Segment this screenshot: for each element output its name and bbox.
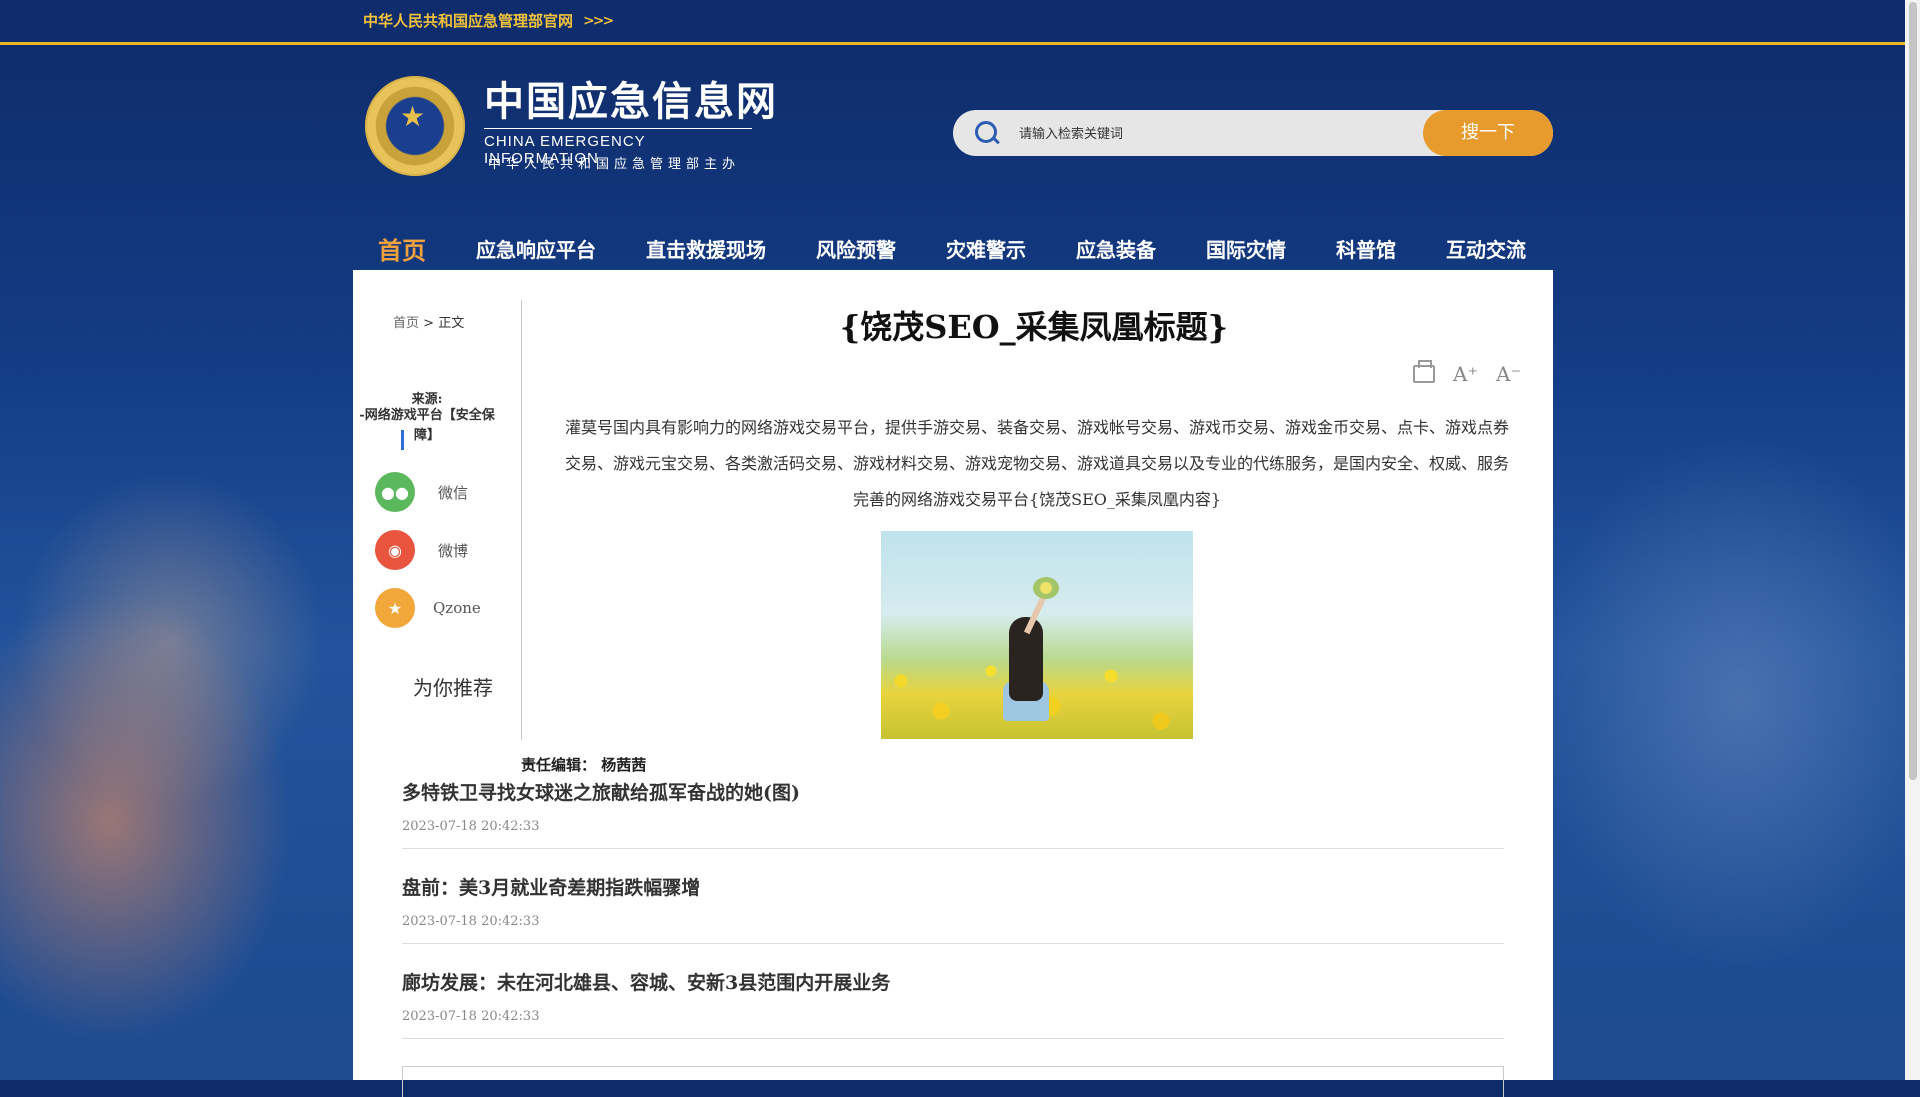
article-body: 灌莫号国内具有影响力的网络游戏交易平台，提供手游交易、装备交易、游戏帐号交易、游… xyxy=(565,418,1510,509)
bouquet xyxy=(1033,577,1059,599)
arrows-icon: >>> xyxy=(583,12,614,29)
bottom-panel xyxy=(402,1066,1504,1097)
list-item[interactable]: 盘前：美3月就业奇差期指跌幅骤增 2023-07-18 20:42:33 xyxy=(402,873,1504,944)
nav-item-home[interactable]: 首页 xyxy=(353,231,451,266)
share-label: 微博 xyxy=(437,541,468,560)
share-weibo[interactable]: ◉ 微博 xyxy=(375,530,473,570)
recommend-date: 2023-07-18 20:42:33 xyxy=(402,914,540,929)
sidebar-divider xyxy=(521,300,522,740)
source-bar xyxy=(401,430,404,450)
scrollbar[interactable] xyxy=(1905,0,1920,1080)
nav-item-equipment[interactable]: 应急装备 xyxy=(1051,234,1181,263)
qzone-icon: ★ xyxy=(375,588,415,628)
main-nav: 首页 应急响应平台 直击救援现场 风险预警 灾难警示 应急装备 国际灾情 科普馆… xyxy=(353,226,1553,270)
recommend-heading: 为你推荐 xyxy=(413,676,493,700)
nav-item-response-platform[interactable]: 应急响应平台 xyxy=(451,234,621,263)
list-item[interactable]: 多特铁卫寻找女球迷之旅献给孤军奋战的她(图) 2023-07-18 20:42:… xyxy=(402,778,1504,849)
nav-item-risk-warning[interactable]: 风险预警 xyxy=(791,234,921,263)
main-content: 首页 > 正文 来源: -网络游戏平台【安全保障】 ●● 微信 ◉ 微博 ★ Q… xyxy=(353,270,1553,1097)
share-label: Qzone xyxy=(433,599,481,617)
editor-name: 杨茜茜 xyxy=(601,756,647,774)
divider xyxy=(402,943,1504,944)
breadcrumb-home[interactable]: 首页 xyxy=(393,316,419,331)
breadcrumb: 首页 > 正文 xyxy=(393,312,464,331)
print-icon[interactable] xyxy=(1413,360,1435,383)
article-tools: A⁺ A⁻ xyxy=(1413,360,1521,386)
editor-line: 责任编辑： 杨茜茜 xyxy=(521,754,646,775)
recommend-title[interactable]: 多特铁卫寻找女球迷之旅献给孤军奋战的她(图) xyxy=(402,778,1504,805)
nav-item-rescue-scene[interactable]: 直击救援现场 xyxy=(621,234,791,263)
share-wechat[interactable]: ●● 微信 xyxy=(375,472,473,512)
divider xyxy=(402,1038,1504,1039)
breadcrumb-current: 正文 xyxy=(438,316,465,331)
search-box: 搜一下 xyxy=(953,110,1553,156)
source-label: 来源: xyxy=(411,392,443,407)
top-bar: 中华人民共和国应急管理部官网 >>> xyxy=(0,0,1905,45)
nav-item-disaster-alert[interactable]: 灾难警示 xyxy=(921,234,1051,263)
wechat-icon: ●● xyxy=(375,472,415,512)
nav-item-science[interactable]: 科普馆 xyxy=(1311,234,1421,263)
search-input[interactable] xyxy=(1017,122,1401,146)
site-host: 中华人民共和国应急管理部主办 xyxy=(488,156,741,171)
recommend-date: 2023-07-18 20:42:33 xyxy=(402,1009,540,1024)
scrollbar-thumb[interactable] xyxy=(1909,2,1917,780)
font-decrease-icon[interactable]: A⁻ xyxy=(1496,362,1521,386)
share-label: 微信 xyxy=(437,483,468,502)
recommend-title[interactable]: 盘前：美3月就业奇差期指跌幅骤增 xyxy=(402,873,1504,900)
share-qzone[interactable]: ★ Qzone xyxy=(375,588,481,628)
recommend-date: 2023-07-18 20:42:33 xyxy=(402,819,540,834)
gov-link-label: 中华人民共和国应急管理部官网 xyxy=(363,12,574,30)
font-increase-icon[interactable]: A⁺ xyxy=(1453,362,1478,386)
weibo-icon: ◉ xyxy=(375,530,415,570)
article-title: {饶茂SEO_采集凤凰标题} xyxy=(839,308,1229,346)
site-title[interactable]: 中国应急信息网 xyxy=(484,80,778,124)
gov-link[interactable]: 中华人民共和国应急管理部官网 >>> xyxy=(363,10,614,31)
divider xyxy=(402,848,1504,849)
editor-label: 责任编辑： xyxy=(521,756,597,774)
article-image xyxy=(881,531,1193,739)
search-icon xyxy=(975,121,997,143)
nav-item-international[interactable]: 国际灾情 xyxy=(1181,234,1311,263)
emblem-logo-icon[interactable] xyxy=(365,76,465,176)
recommend-title[interactable]: 廊坊发展：未在河北雄县、容城、安新3县范围内开展业务 xyxy=(402,968,1504,995)
source-value: -网络游戏平台【安全保障】 xyxy=(359,408,495,443)
breadcrumb-separator: > xyxy=(423,316,435,331)
list-item[interactable]: 廊坊发展：未在河北雄县、容城、安新3县范围内开展业务 2023-07-18 20… xyxy=(402,968,1504,1039)
search-button[interactable]: 搜一下 xyxy=(1423,110,1553,156)
nav-item-interaction[interactable]: 互动交流 xyxy=(1421,234,1551,263)
